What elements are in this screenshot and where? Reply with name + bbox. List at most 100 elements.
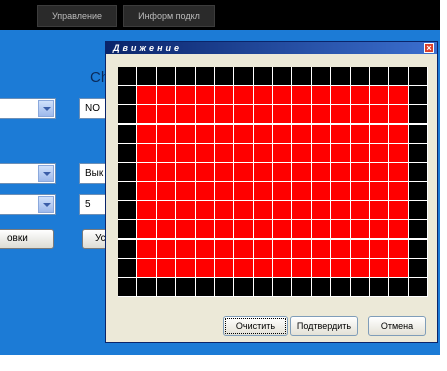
grid-cell[interactable] <box>156 86 176 105</box>
grid-cell[interactable] <box>214 220 234 239</box>
grid-cell[interactable] <box>369 162 389 181</box>
grid-cell[interactable] <box>350 162 369 181</box>
grid-cell[interactable] <box>118 182 137 201</box>
grid-cell[interactable] <box>292 182 311 201</box>
grid-cell[interactable] <box>350 143 369 162</box>
grid-cell[interactable] <box>369 67 389 86</box>
grid-cell[interactable] <box>350 67 369 86</box>
grid-cell[interactable] <box>195 143 214 162</box>
grid-cell[interactable] <box>408 67 427 86</box>
grid-cell[interactable] <box>195 67 214 86</box>
grid-cell[interactable] <box>195 162 214 181</box>
clear-button[interactable]: Очистить <box>223 316 288 336</box>
grid-cell[interactable] <box>389 201 408 220</box>
grid-cell[interactable] <box>311 105 331 124</box>
grid-cell[interactable] <box>331 258 350 277</box>
grid-cell[interactable] <box>137 258 156 277</box>
grid-cell[interactable] <box>389 258 408 277</box>
grid-cell[interactable] <box>214 182 234 201</box>
grid-cell[interactable] <box>350 220 369 239</box>
grid-cell[interactable] <box>331 239 350 258</box>
grid-cell[interactable] <box>253 201 272 220</box>
grid-cell[interactable] <box>311 67 331 86</box>
grid-cell[interactable] <box>253 67 272 86</box>
grid-cell[interactable] <box>292 277 311 296</box>
grid-cell[interactable] <box>408 143 427 162</box>
grid-cell[interactable] <box>311 220 331 239</box>
grid-cell[interactable] <box>176 67 195 86</box>
grid-cell[interactable] <box>118 239 137 258</box>
grid-cell[interactable] <box>137 67 156 86</box>
grid-cell[interactable] <box>176 86 195 105</box>
grid-cell[interactable] <box>408 105 427 124</box>
grid-cell[interactable] <box>350 86 369 105</box>
grid-cell[interactable] <box>408 220 427 239</box>
grid-cell[interactable] <box>118 162 137 181</box>
grid-cell[interactable] <box>273 239 292 258</box>
grid-cell[interactable] <box>389 220 408 239</box>
grid-cell[interactable] <box>137 105 156 124</box>
grid-cell[interactable] <box>156 277 176 296</box>
grid-cell[interactable] <box>176 277 195 296</box>
grid-cell[interactable] <box>369 277 389 296</box>
grid-cell[interactable] <box>273 86 292 105</box>
grid-cell[interactable] <box>234 258 253 277</box>
grid-cell[interactable] <box>350 105 369 124</box>
grid-cell[interactable] <box>176 124 195 143</box>
grid-cell[interactable] <box>137 201 156 220</box>
grid-cell[interactable] <box>389 105 408 124</box>
motion-grid[interactable] <box>118 67 428 297</box>
grid-cell[interactable] <box>369 239 389 258</box>
top-dropdown[interactable] <box>0 98 56 119</box>
grid-cell[interactable] <box>195 124 214 143</box>
grid-cell[interactable] <box>350 201 369 220</box>
grid-cell[interactable] <box>234 162 253 181</box>
grid-cell[interactable] <box>195 239 214 258</box>
grid-cell[interactable] <box>273 258 292 277</box>
grid-cell[interactable] <box>156 105 176 124</box>
grid-cell[interactable] <box>214 277 234 296</box>
grid-cell[interactable] <box>253 86 272 105</box>
grid-cell[interactable] <box>273 220 292 239</box>
grid-cell[interactable] <box>156 182 176 201</box>
grid-cell[interactable] <box>331 201 350 220</box>
grid-cell[interactable] <box>118 105 137 124</box>
bottom-dropdown[interactable] <box>0 194 56 215</box>
grid-cell[interactable] <box>292 220 311 239</box>
grid-cell[interactable] <box>311 201 331 220</box>
grid-cell[interactable] <box>408 258 427 277</box>
grid-cell[interactable] <box>137 162 156 181</box>
grid-cell[interactable] <box>195 182 214 201</box>
grid-cell[interactable] <box>137 86 156 105</box>
menu-tab-management[interactable]: Управление <box>37 5 117 27</box>
grid-cell[interactable] <box>176 162 195 181</box>
grid-cell[interactable] <box>176 143 195 162</box>
grid-cell[interactable] <box>311 277 331 296</box>
grid-cell[interactable] <box>331 277 350 296</box>
grid-cell[interactable] <box>273 67 292 86</box>
grid-cell[interactable] <box>369 201 389 220</box>
grid-cell[interactable] <box>253 162 272 181</box>
grid-cell[interactable] <box>331 86 350 105</box>
grid-cell[interactable] <box>176 239 195 258</box>
grid-cell[interactable] <box>118 67 137 86</box>
grid-cell[interactable] <box>156 201 176 220</box>
grid-cell[interactable] <box>234 105 253 124</box>
grid-cell[interactable] <box>234 67 253 86</box>
grid-cell[interactable] <box>253 277 272 296</box>
grid-cell[interactable] <box>214 239 234 258</box>
grid-cell[interactable] <box>195 220 214 239</box>
grid-cell[interactable] <box>369 258 389 277</box>
menu-tab-connection-info[interactable]: Информ подкл <box>123 5 215 27</box>
grid-cell[interactable] <box>311 258 331 277</box>
grid-cell[interactable] <box>156 258 176 277</box>
grid-cell[interactable] <box>389 182 408 201</box>
grid-cell[interactable] <box>331 67 350 86</box>
cancel-button[interactable]: Отмена <box>368 316 426 336</box>
grid-cell[interactable] <box>369 105 389 124</box>
grid-cell[interactable] <box>369 143 389 162</box>
grid-cell[interactable] <box>389 277 408 296</box>
grid-cell[interactable] <box>214 258 234 277</box>
grid-cell[interactable] <box>118 124 137 143</box>
grid-cell[interactable] <box>331 162 350 181</box>
